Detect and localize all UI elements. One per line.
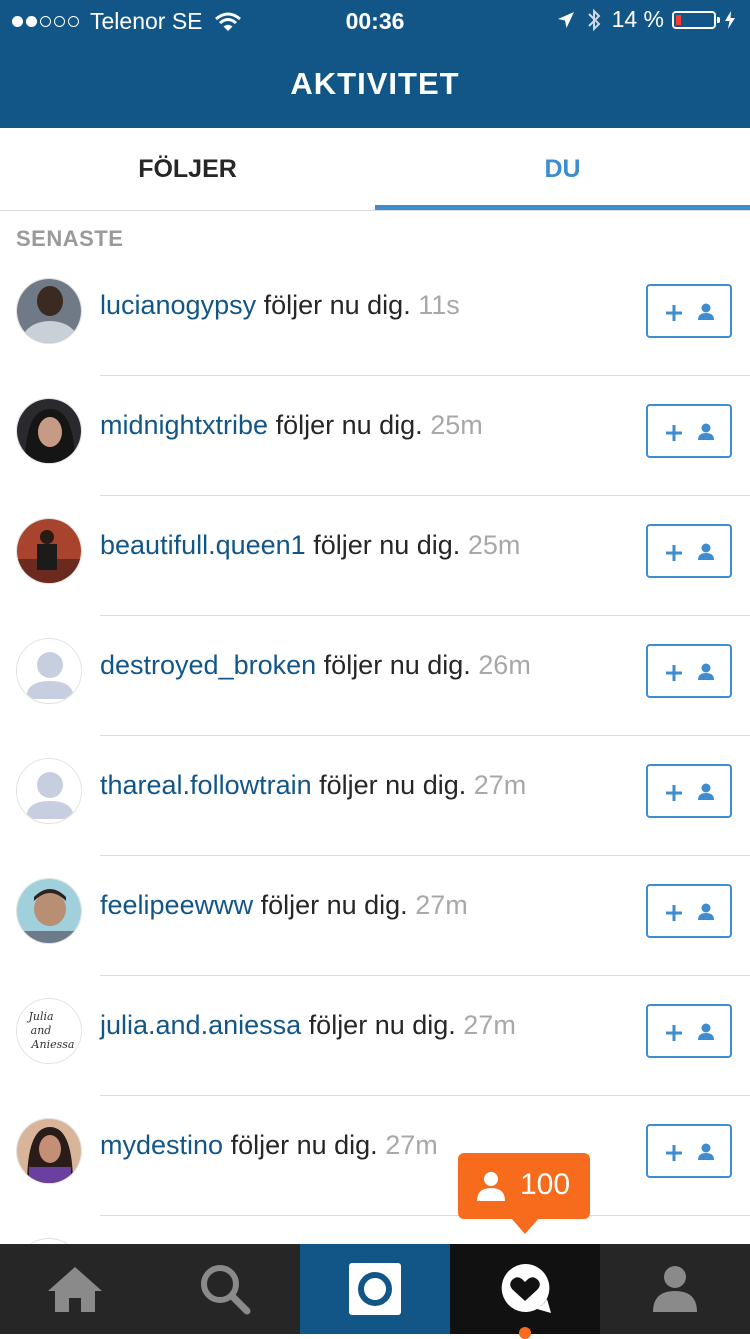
action-text: följer nu dig. [263,290,411,320]
tab-profile[interactable] [600,1244,750,1334]
time-ago: 27m [385,1130,438,1160]
time-ago: 25m [467,530,521,560]
active-tab-indicator [375,205,750,210]
tab-home[interactable] [0,1244,150,1334]
follow-user-icon [666,663,714,681]
time-ago: 11s [418,290,460,320]
person-icon [477,1172,505,1201]
avatar[interactable] [16,1118,82,1184]
action-text: följer nu dig. [308,1010,456,1040]
time-ago: 27m [415,890,468,920]
follow-user-icon [666,543,714,561]
section-header: SENASTE [16,226,124,251]
activity-row: beautifull.queen1 följer nu dig. 25m [0,496,750,616]
search-icon [201,1265,251,1315]
activity-text: julia.and.aniessa följer nu dig. 27m [100,1010,516,1041]
activity-text: thareal.followtrain följer nu dig. 27m [100,770,526,801]
tab-you[interactable]: DU [375,128,750,210]
activity-icon [501,1263,551,1313]
default-avatar-icon [17,639,81,703]
location-icon [557,11,574,28]
activity-indicator-dot [519,1327,531,1339]
follow-button[interactable] [646,284,732,338]
follow-button[interactable] [646,1124,732,1178]
follow-button[interactable] [646,764,732,818]
activity-text: midnightxtribe följer nu dig. 25m [100,410,483,441]
username-link[interactable]: midnightxtribe [100,410,268,440]
avatar[interactable] [16,758,82,824]
avatar[interactable] [16,398,82,464]
battery-icon [672,10,720,29]
action-text: följer nu dig. [260,890,408,920]
follow-button[interactable] [646,524,732,578]
follow-button[interactable] [646,404,732,458]
follow-button[interactable] [646,884,732,938]
avatar[interactable] [16,518,82,584]
follow-user-icon [666,1023,714,1041]
activity-text: mydestino följer nu dig. 27m [100,1130,438,1161]
follow-user-icon [666,1143,714,1161]
tab-search[interactable] [150,1244,300,1334]
bluetooth-icon [587,8,600,31]
activity-row: Julia and Aniessa julia.and.aniessa följ… [0,976,750,1096]
activity-text: feelipeewww följer nu dig. 27m [100,890,468,921]
default-avatar-icon [17,759,81,823]
avatar[interactable] [16,638,82,704]
home-icon [48,1267,102,1312]
username-link[interactable]: julia.and.aniessa [100,1010,301,1040]
tab-activity[interactable] [450,1244,600,1334]
username-link[interactable]: feelipeewww [100,890,253,920]
username-link[interactable]: destroyed_broken [100,650,316,680]
follow-button[interactable] [646,1004,732,1058]
avatar-text: Aniessa [31,1038,75,1051]
activity-text: lucianogypsy följer nu dig. 11s [100,290,460,321]
bottom-tab-bar [0,1244,750,1334]
activity-tabs: FÖLJER DU [0,128,750,211]
activity-row: lucianogypsy följer nu dig. 11s [0,256,750,376]
username-link[interactable]: thareal.followtrain [100,770,312,800]
follow-button[interactable] [646,644,732,698]
tab-following[interactable]: FÖLJER [0,128,375,210]
tab-camera[interactable] [300,1244,450,1334]
activity-row: mydestino följer nu dig. 27m [0,1096,750,1216]
action-text: följer nu dig. [313,530,461,560]
activity-row: destroyed_broken följer nu dig. 26m [0,616,750,736]
status-bar: Telenor SE 00:36 14 % [0,0,750,40]
avatar[interactable] [16,278,82,344]
new-followers-notification[interactable]: 100 [458,1153,590,1234]
activity-row: thareal.followtrain följer nu dig. 27m [0,736,750,856]
action-text: följer nu dig. [319,770,467,800]
battery-percent: 14 % [611,6,664,32]
avatar[interactable]: Julia and Aniessa [16,998,82,1064]
time-ago: 25m [430,410,483,440]
activity-row: midnightxtribe följer nu dig. 25m [0,376,750,496]
follow-user-icon [666,783,714,801]
time-ago: 26m [478,650,531,680]
action-text: följer nu dig. [230,1130,378,1160]
notification-count: 100 [520,1168,571,1201]
top-bar: Telenor SE 00:36 14 % AKTIVITET [0,0,750,128]
avatar[interactable] [16,878,82,944]
action-text: följer nu dig. [275,410,423,440]
follow-user-icon [666,423,714,441]
username-link[interactable]: beautifull.queen1 [100,530,306,560]
activity-row: feelipeewww följer nu dig. 27m [0,856,750,976]
charging-icon [725,10,735,29]
avatar-text: and [31,1024,52,1037]
time-ago: 27m [463,1010,516,1040]
time-ago: 27m [473,770,527,800]
activity-text: destroyed_broken följer nu dig. 26m [100,650,531,681]
follow-user-icon [666,303,714,321]
camera-icon [349,1263,401,1315]
username-link[interactable]: mydestino [100,1130,223,1160]
avatar-text: Julia [26,1010,53,1023]
action-text: följer nu dig. [323,650,471,680]
follow-user-icon [666,903,714,921]
username-link[interactable]: lucianogypsy [100,290,256,320]
profile-icon [653,1266,697,1312]
page-title: AKTIVITET [290,66,460,101]
activity-text: beautifull.queen1 följer nu dig. 25m [100,530,520,561]
